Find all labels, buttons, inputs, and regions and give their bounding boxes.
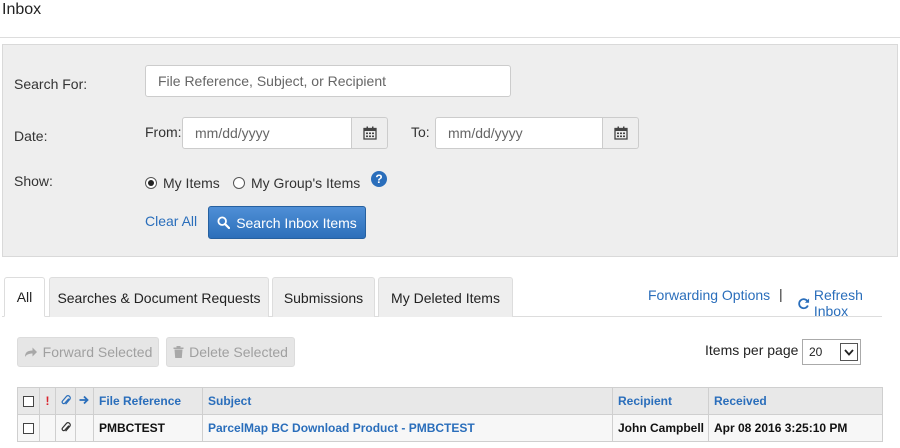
refresh-inbox-link[interactable]: Refresh Inbox	[797, 287, 900, 319]
row-checkbox[interactable]	[23, 423, 34, 435]
forward-selected-label: Forward Selected	[42, 344, 153, 360]
to-date-input[interactable]: mm/dd/yyyy	[435, 117, 603, 149]
search-inbox-button[interactable]: Search Inbox Items	[208, 206, 366, 239]
forward-icon	[24, 347, 37, 357]
tab-my-deleted-items[interactable]: My Deleted Items	[378, 277, 513, 317]
search-for-label: Search For:	[14, 76, 88, 92]
from-label: From:	[145, 124, 182, 140]
row-recipient: John Campbell	[612, 414, 709, 442]
clear-all-link[interactable]: Clear All	[145, 213, 197, 229]
row-select-cell	[17, 414, 40, 442]
search-panel: Search For: File Reference, Subject, or …	[2, 44, 898, 257]
forwarding-options-link[interactable]: Forwarding Options	[648, 287, 770, 303]
show-label: Show:	[14, 173, 53, 189]
page-title: Inbox	[2, 1, 42, 18]
recipient-column-header[interactable]: Recipient	[612, 387, 709, 415]
calendar-icon	[613, 126, 628, 140]
to-calendar-button[interactable]	[603, 117, 639, 149]
tab-all[interactable]: All	[4, 277, 45, 317]
arrow-right-icon	[79, 395, 89, 405]
table-row[interactable]: PMBCTEST ParcelMap BC Download Product -…	[17, 414, 883, 442]
row-subject-link[interactable]: ParcelMap BC Download Product - PMBCTEST	[202, 414, 613, 442]
to-label: To:	[411, 124, 430, 140]
priority-column-header[interactable]: !	[39, 387, 56, 415]
row-attachment-cell	[55, 414, 76, 442]
row-received: Apr 08 2016 3:25:10 PM	[708, 414, 883, 442]
select-all-cell	[17, 387, 40, 415]
refresh-inbox-label: Refresh Inbox	[813, 287, 863, 319]
trash-icon	[173, 346, 184, 358]
items-per-page-select[interactable]: 20	[802, 339, 861, 365]
tab-submissions[interactable]: Submissions	[272, 277, 375, 317]
radio-my-items-control[interactable]	[145, 177, 157, 189]
radio-group-items-label: My Group's Items	[251, 175, 361, 191]
chevron-down-icon	[840, 343, 858, 361]
radio-my-items-label: My Items	[163, 175, 220, 191]
row-priority-cell	[39, 414, 56, 442]
received-column-header[interactable]: Received	[708, 387, 883, 415]
forwarded-column-header[interactable]	[75, 387, 94, 415]
refresh-icon	[798, 297, 810, 309]
from-calendar-button[interactable]	[352, 117, 388, 149]
date-label: Date:	[14, 128, 48, 144]
subject-column-header[interactable]: Subject	[202, 387, 613, 415]
title-divider	[0, 37, 900, 38]
select-all-checkbox[interactable]	[23, 396, 34, 408]
items-per-page-label: Items per page	[705, 342, 799, 358]
to-date-placeholder: mm/dd/yyyy	[448, 125, 523, 141]
radio-group-items-control[interactable]	[233, 177, 245, 189]
delete-selected-button[interactable]: Delete Selected	[166, 337, 295, 367]
from-date-input[interactable]: mm/dd/yyyy	[182, 117, 352, 149]
delete-selected-label: Delete Selected	[189, 344, 288, 360]
row-file-reference: PMBCTEST	[93, 414, 203, 442]
search-input[interactable]: File Reference, Subject, or Recipient	[145, 65, 511, 97]
attachment-column-header[interactable]	[55, 387, 76, 415]
radio-group-items[interactable]: My Group's Items	[233, 175, 360, 191]
radio-my-items[interactable]: My Items	[145, 175, 220, 191]
row-forwarded-cell	[75, 414, 94, 442]
paperclip-icon	[61, 421, 71, 431]
items-per-page-value: 20	[809, 345, 823, 359]
calendar-icon	[362, 126, 377, 140]
from-date-group: mm/dd/yyyy	[182, 117, 388, 149]
tab-searches-document-requests[interactable]: Searches & Document Requests	[49, 277, 269, 317]
search-input-placeholder: File Reference, Subject, or Recipient	[158, 73, 386, 89]
forward-selected-button[interactable]: Forward Selected	[17, 337, 159, 367]
search-inbox-button-label: Search Inbox Items	[236, 214, 357, 231]
help-icon[interactable]: ?	[371, 171, 387, 187]
table-header-row: ! File Reference Subject Recipient Recei…	[17, 387, 883, 415]
links-separator: |	[779, 286, 783, 302]
search-icon	[217, 216, 231, 229]
from-date-placeholder: mm/dd/yyyy	[195, 125, 270, 141]
to-date-group: mm/dd/yyyy	[435, 117, 639, 149]
paperclip-icon	[61, 394, 71, 404]
inbox-table: ! File Reference Subject Recipient Recei…	[17, 387, 883, 442]
file-reference-column-header[interactable]: File Reference	[93, 387, 203, 415]
